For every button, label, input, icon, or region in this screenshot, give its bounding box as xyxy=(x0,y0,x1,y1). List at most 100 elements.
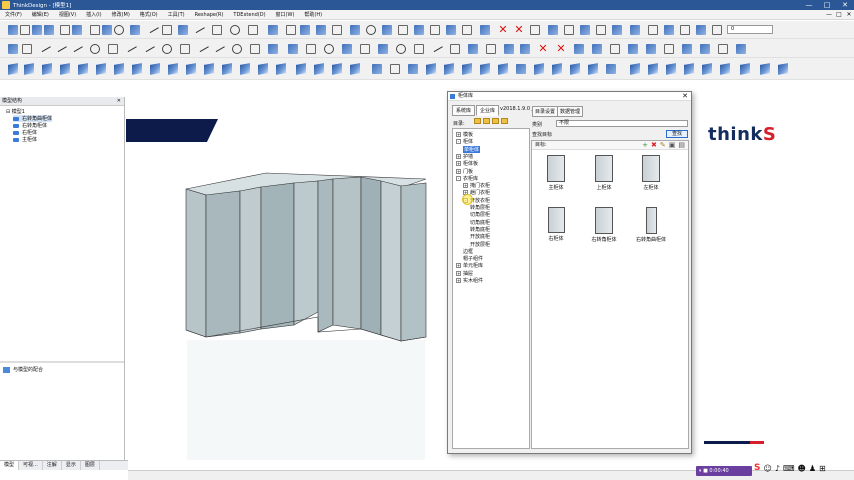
toolbar-tool-icon[interactable] xyxy=(300,25,310,35)
export-icon[interactable]: ▤ xyxy=(678,142,685,149)
menu-insert[interactable]: 插入(I) xyxy=(81,11,106,18)
toolbar-tool-icon[interactable]: ✕ xyxy=(556,43,566,54)
tab-enterprise-library[interactable]: 企业库 xyxy=(476,105,500,116)
panel-splitter[interactable] xyxy=(0,361,124,363)
toolbar-tool-icon[interactable] xyxy=(720,63,730,75)
toolbar-tool-icon[interactable] xyxy=(332,63,342,75)
toolbar-tool-icon[interactable] xyxy=(570,63,580,75)
add-icon[interactable]: + xyxy=(642,142,648,149)
toolbar-tool-icon[interactable] xyxy=(552,63,562,75)
catalog-node[interactable]: 转角底柜 xyxy=(470,226,490,233)
toolbar-tool-icon[interactable] xyxy=(250,44,260,54)
toolbar-tool-icon[interactable]: ✕ xyxy=(498,24,508,35)
menu-reshape[interactable]: Reshape(R) xyxy=(190,12,229,18)
toolbar-tool-icon[interactable] xyxy=(366,25,376,35)
menu-view[interactable]: 视图(V) xyxy=(54,11,81,18)
toolbar-tool-icon[interactable] xyxy=(680,25,690,35)
sogou-icon[interactable]: S xyxy=(754,463,760,473)
cabinet-item[interactable]: 主柜体 xyxy=(536,155,576,191)
tab-model[interactable]: 模型 xyxy=(0,461,20,470)
toolbar-tool-icon[interactable] xyxy=(408,64,418,74)
edit-folder-icon[interactable] xyxy=(492,118,499,124)
toolbar-tool-icon[interactable] xyxy=(78,63,88,75)
toolbar-tool-icon[interactable] xyxy=(398,25,408,35)
catalog-node[interactable]: + 实木组件 xyxy=(456,277,483,284)
expander-icon[interactable]: + xyxy=(456,263,461,269)
toolbar-tool-icon[interactable] xyxy=(360,44,370,54)
toolbar-tool-icon[interactable] xyxy=(414,25,424,35)
cabinet-item[interactable]: 右柜体 xyxy=(536,207,576,242)
toolbar-tool-icon[interactable] xyxy=(516,64,526,74)
toolbar-tool-icon[interactable] xyxy=(186,63,196,75)
layer-combo[interactable]: 0 xyxy=(727,25,773,34)
toolbar-tool-icon[interactable] xyxy=(574,44,584,54)
toolbar-tool-icon[interactable] xyxy=(612,25,622,35)
menu-window[interactable]: 窗口(W) xyxy=(271,11,300,18)
catalog-node[interactable]: + 掩门衣柜 xyxy=(463,182,490,189)
toolbar-tool-icon[interactable] xyxy=(700,44,710,54)
toolbar-tool-icon[interactable] xyxy=(480,25,490,35)
toolbar-tool-icon[interactable] xyxy=(736,44,746,54)
toolbar-tool-icon[interactable] xyxy=(382,25,392,35)
screen-recorder-bar[interactable]: ⏸ ■ 0:00:40 xyxy=(696,466,752,476)
menu-format[interactable]: 格式(O) xyxy=(135,11,163,18)
search-button[interactable]: 查找 xyxy=(666,130,688,138)
import-icon[interactable]: ▣ xyxy=(669,142,676,149)
toolbar-tool-icon[interactable] xyxy=(288,44,298,54)
mate-item[interactable]: 与模型的配合 xyxy=(3,366,43,373)
toolbar-tool-icon[interactable] xyxy=(530,25,540,35)
expander-icon[interactable]: - xyxy=(456,139,461,145)
tab-annotation[interactable]: 注解 xyxy=(43,461,62,470)
mdi-close-button[interactable]: ✕ xyxy=(844,11,854,18)
expander-icon[interactable]: + xyxy=(456,168,461,174)
menu-help[interactable]: 帮助(H) xyxy=(299,11,327,18)
expander-icon[interactable]: + xyxy=(456,161,461,167)
toolbar-tool-icon[interactable] xyxy=(414,44,424,54)
toolbar-tool-icon[interactable] xyxy=(468,44,478,54)
toolbar-tool-icon[interactable] xyxy=(712,25,722,35)
toolbar-tool-icon[interactable] xyxy=(778,63,788,75)
catalog-node[interactable]: + 单元柜库 xyxy=(456,262,483,269)
grid-icon[interactable]: ⊞ xyxy=(819,464,826,473)
toolbar-tool-icon[interactable]: ✕ xyxy=(538,43,548,54)
menu-file[interactable]: 文件(F) xyxy=(0,11,27,18)
catalog-node[interactable]: - 柜体 xyxy=(456,138,473,145)
catalog-node[interactable]: 边框 xyxy=(463,248,473,255)
toolbar-tool-icon[interactable] xyxy=(504,44,514,54)
catalog-node[interactable]: 单柜体 xyxy=(463,145,481,153)
tab-display[interactable]: 显示 xyxy=(62,461,81,470)
new-folder-icon[interactable] xyxy=(483,118,490,124)
toolbar-tool-icon[interactable] xyxy=(444,63,454,75)
minimize-button[interactable]: — xyxy=(800,0,818,10)
toolbar-tool-icon[interactable] xyxy=(162,25,172,35)
toolbar-tool-icon[interactable] xyxy=(178,25,188,35)
dialog-close-icon[interactable]: ✕ xyxy=(682,92,688,101)
user-icon[interactable]: ☻ xyxy=(797,464,805,473)
toolbar-tool-icon[interactable] xyxy=(648,63,658,75)
toolbar-tool-icon[interactable] xyxy=(232,44,242,54)
toolbar-tool-icon[interactable] xyxy=(102,25,112,35)
catalog-node[interactable]: + 模板 xyxy=(456,131,473,138)
toolbar-tool-icon[interactable] xyxy=(306,44,316,54)
toolbar-tool-icon[interactable] xyxy=(760,63,770,75)
catalog-node[interactable]: 转角层柜 xyxy=(470,204,490,211)
tab-visual[interactable]: 可视... xyxy=(19,461,43,470)
delete-icon[interactable]: ✖ xyxy=(651,142,657,149)
toolbar-tool-icon[interactable] xyxy=(114,63,124,75)
toolbar-tool-icon[interactable] xyxy=(480,63,490,75)
toolbar-tool-icon[interactable] xyxy=(378,44,388,54)
tree-item[interactable]: 主柜体 xyxy=(13,136,37,143)
tree-item[interactable]: 右转角曲柜体 xyxy=(13,115,53,122)
menu-modify[interactable]: 修改(M) xyxy=(107,11,135,18)
cabinet-item[interactable]: 左柜体 xyxy=(631,155,671,191)
toolbar-tool-icon[interactable] xyxy=(486,44,496,54)
toolbar-tool-icon[interactable] xyxy=(114,25,124,35)
catalog-node[interactable]: 开放层柜 xyxy=(470,241,490,248)
toolbar-tool-icon[interactable] xyxy=(646,44,656,54)
expander-icon[interactable]: - xyxy=(456,175,461,181)
toolbar-tool-icon[interactable] xyxy=(316,25,326,35)
expander-icon[interactable]: + xyxy=(456,153,461,159)
toolbar-tool-icon[interactable] xyxy=(286,25,296,35)
mdi-minimize-button[interactable]: — xyxy=(824,11,834,18)
toolbar-tool-icon[interactable] xyxy=(22,44,32,54)
